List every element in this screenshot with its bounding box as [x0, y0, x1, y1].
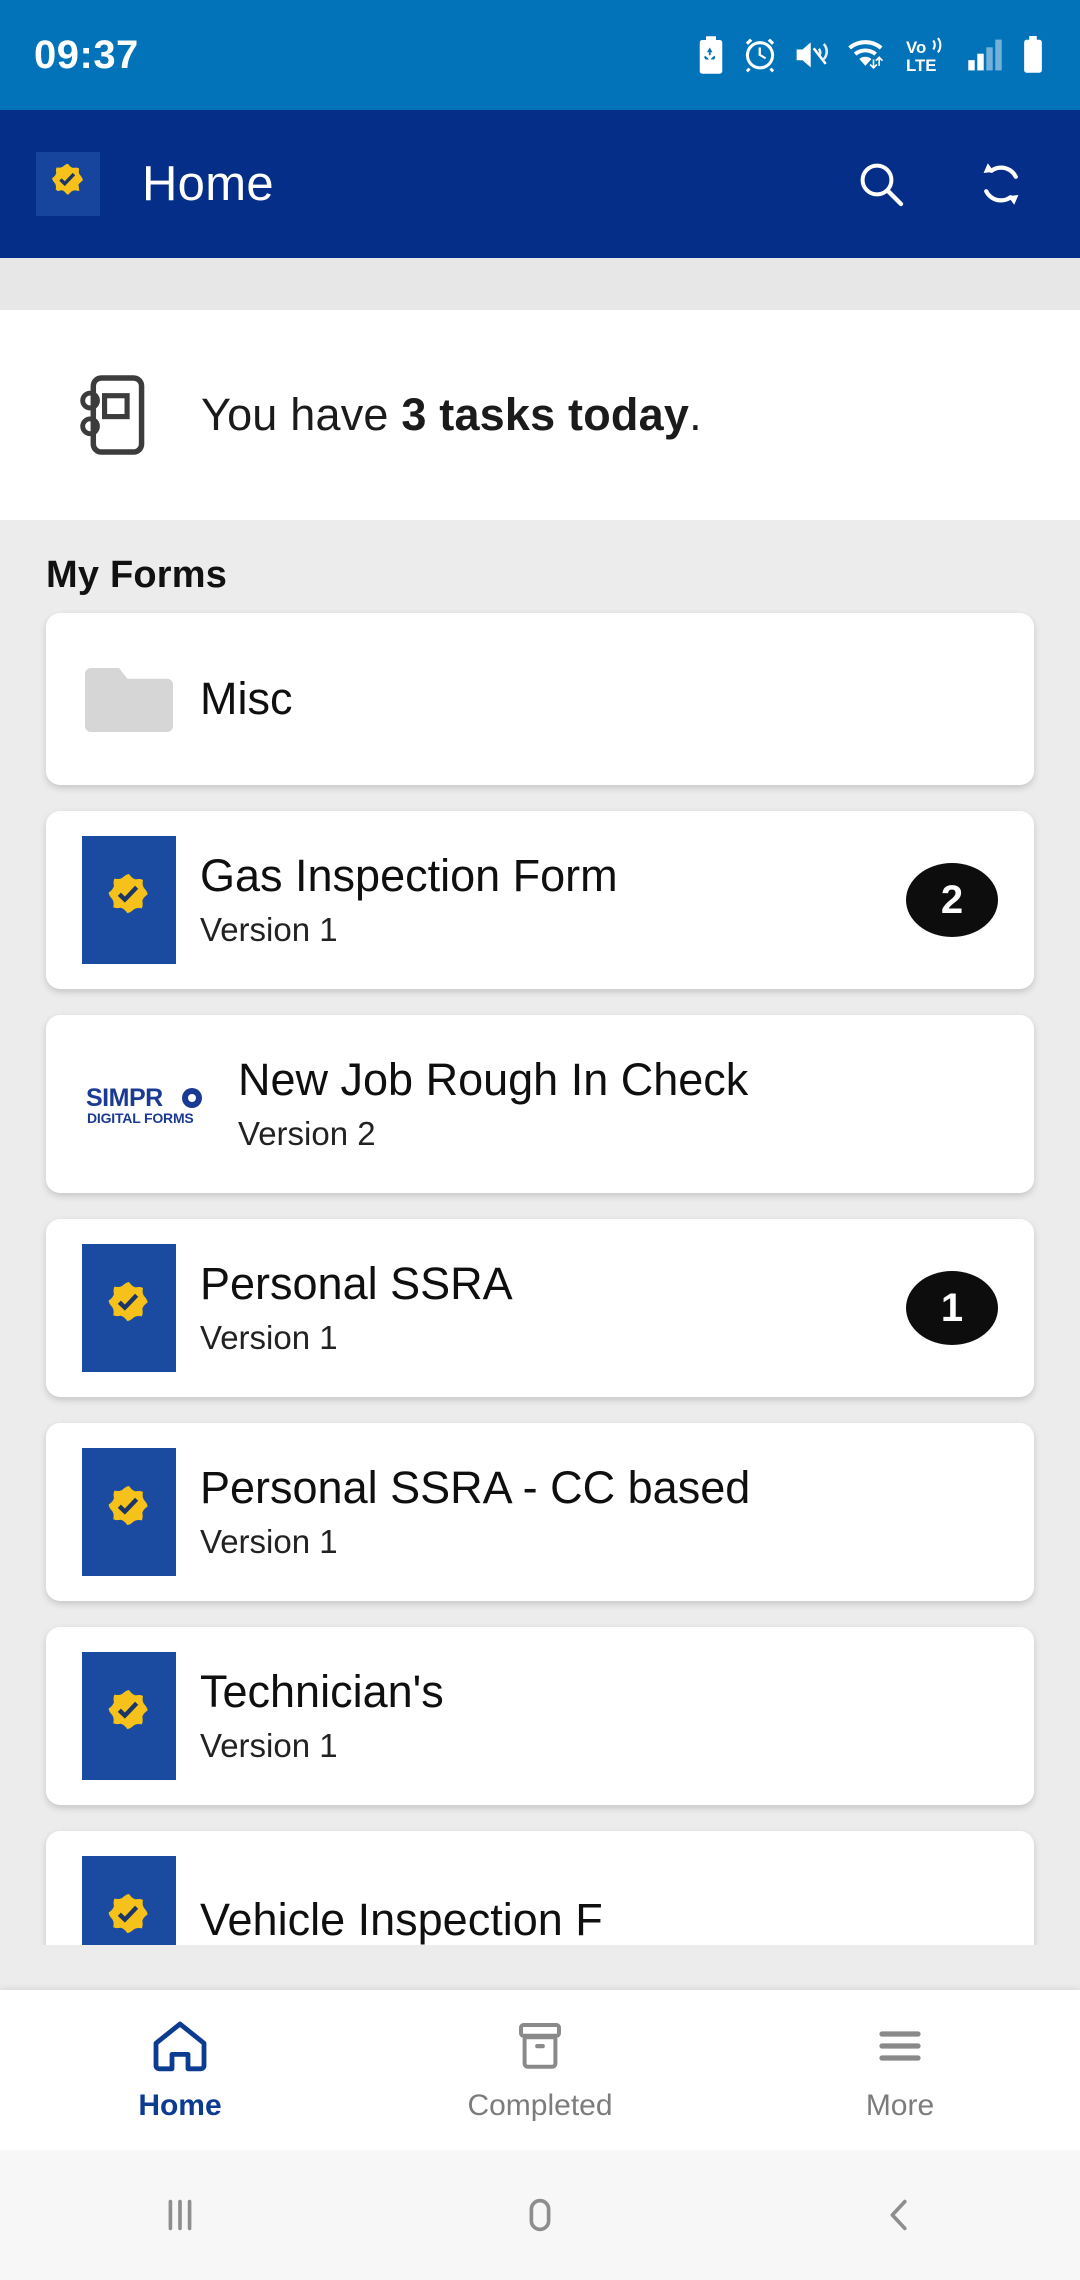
battery-saver-icon — [696, 36, 726, 74]
bottom-navigation: Home Completed More — [0, 1990, 1080, 2150]
list-item-body: New Job Rough In Check Version 2 — [238, 1055, 998, 1152]
simpro-star-check-icon — [82, 836, 176, 964]
section-title-my-forms: My Forms — [46, 554, 228, 596]
phone-screen: 09:37 Vo LTE Home You have 3 tasks today… — [0, 0, 1080, 2280]
tasks-suffix: . — [689, 389, 702, 440]
folder-icon — [82, 635, 176, 763]
list-item-title: Misc — [200, 673, 293, 724]
svg-text:DIGITAL FORMS: DIGITAL FORMS — [87, 1110, 194, 1126]
list-item-body: Personal SSRA Version 1 — [200, 1259, 892, 1356]
home-icon — [150, 2018, 210, 2079]
tasks-highlight: 3 tasks today — [401, 389, 690, 440]
svg-text:LTE: LTE — [906, 56, 937, 74]
menu-icon — [872, 2018, 928, 2079]
status-bar-clock: 09:37 — [34, 32, 139, 77]
back-icon[interactable] — [720, 2192, 1080, 2238]
simpro-star-check-icon — [82, 1652, 176, 1780]
list-item[interactable]: Technician's Version 1 — [46, 1627, 1034, 1805]
list-item-title: Personal SSRA - CC based — [200, 1463, 751, 1514]
nav-item-home[interactable]: Home — [0, 2018, 360, 2123]
signal-icon — [967, 38, 1003, 72]
list-item[interactable]: Vehicle Inspection F — [46, 1831, 1034, 1945]
battery-icon — [1020, 36, 1046, 74]
list-item-version: Version 1 — [200, 910, 338, 948]
volte-icon: Vo LTE — [906, 36, 950, 74]
alarm-icon — [743, 37, 777, 73]
status-bar-icons: Vo LTE — [696, 36, 1046, 74]
list-item-version: Version 1 — [200, 1318, 338, 1356]
archive-icon — [512, 2018, 568, 2079]
recents-icon[interactable] — [0, 2192, 360, 2238]
notebook-icon — [74, 373, 148, 457]
list-item-title: Technician's — [200, 1667, 444, 1718]
list-item-body: Vehicle Inspection F — [200, 1895, 998, 1945]
simpro-star-check-icon — [36, 152, 100, 216]
tasks-banner-text: You have 3 tasks today. — [201, 389, 702, 441]
mute-vibrate-icon — [794, 39, 830, 71]
list-item-title: New Job Rough In Check — [238, 1055, 749, 1106]
list-item-version: Version 2 — [238, 1114, 376, 1152]
app-bar: Home — [0, 110, 1080, 258]
list-item[interactable]: Personal SSRA Version 1 1 — [46, 1219, 1034, 1397]
svg-text:Vo: Vo — [906, 38, 926, 57]
nav-item-more[interactable]: More — [720, 2018, 1080, 2123]
list-item-title: Personal SSRA — [200, 1259, 513, 1310]
list-item-title: Gas Inspection Form — [200, 851, 618, 902]
list-item[interactable]: SIMPR DIGITAL FORMS New Job Rough In Che… — [46, 1015, 1034, 1193]
list-item-version: Version 1 — [200, 1522, 338, 1560]
list-item[interactable]: Gas Inspection Form Version 1 2 — [46, 811, 1034, 989]
list-item-body: Gas Inspection Form Version 1 — [200, 851, 892, 948]
search-icon[interactable] — [854, 157, 908, 211]
wifi-icon — [847, 37, 889, 73]
simpro-star-check-icon — [82, 1448, 176, 1576]
list-item-body: Misc — [200, 674, 998, 724]
tasks-banner[interactable]: You have 3 tasks today. — [0, 310, 1080, 520]
sync-icon[interactable] — [974, 157, 1028, 211]
status-badge: 1 — [906, 1271, 998, 1345]
list-item-body: Personal SSRA - CC based Version 1 — [200, 1463, 998, 1560]
nav-label-more: More — [865, 2088, 935, 2122]
list-item-version: Version 1 — [200, 1726, 338, 1764]
status-bar: 09:37 Vo LTE — [0, 0, 1080, 110]
status-badge: 2 — [906, 863, 998, 937]
app-bar-actions — [854, 157, 1044, 211]
tasks-prefix: You have — [201, 389, 402, 440]
header-spacer — [0, 258, 1080, 310]
nav-item-completed[interactable]: Completed — [360, 2018, 720, 2123]
list-item[interactable]: Misc — [46, 613, 1034, 785]
simpro-star-check-icon — [82, 1244, 176, 1372]
page-title: Home — [142, 157, 274, 211]
list-item-body: Technician's Version 1 — [200, 1667, 998, 1764]
home-pill-icon[interactable] — [360, 2192, 720, 2238]
nav-label-completed: Completed — [467, 2088, 613, 2122]
nav-label-home: Home — [138, 2088, 222, 2122]
svg-text:SIMPR: SIMPR — [86, 1084, 163, 1112]
simpro-star-check-icon — [82, 1856, 176, 1945]
simpro-digital-forms-logo: SIMPR DIGITAL FORMS — [82, 1080, 214, 1128]
forms-scroll-area[interactable]: My Forms Misc Gas Inspection Form Versio… — [0, 520, 1080, 1945]
android-navigation-bar — [0, 2150, 1080, 2280]
list-item[interactable]: Personal SSRA - CC based Version 1 — [46, 1423, 1034, 1601]
list-item-title: Vehicle Inspection F — [200, 1894, 603, 1945]
